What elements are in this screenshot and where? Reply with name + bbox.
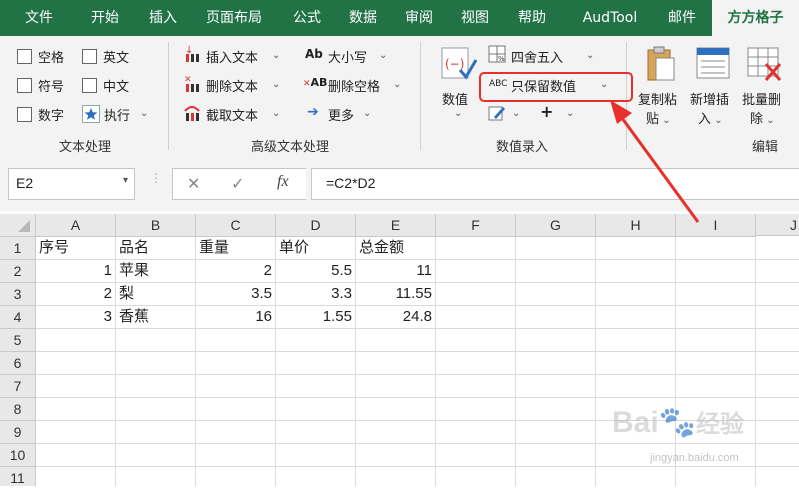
watermark-logo: Bai🐾经验	[612, 406, 745, 439]
watermark-url: jingyan.baidu.com	[650, 452, 739, 464]
